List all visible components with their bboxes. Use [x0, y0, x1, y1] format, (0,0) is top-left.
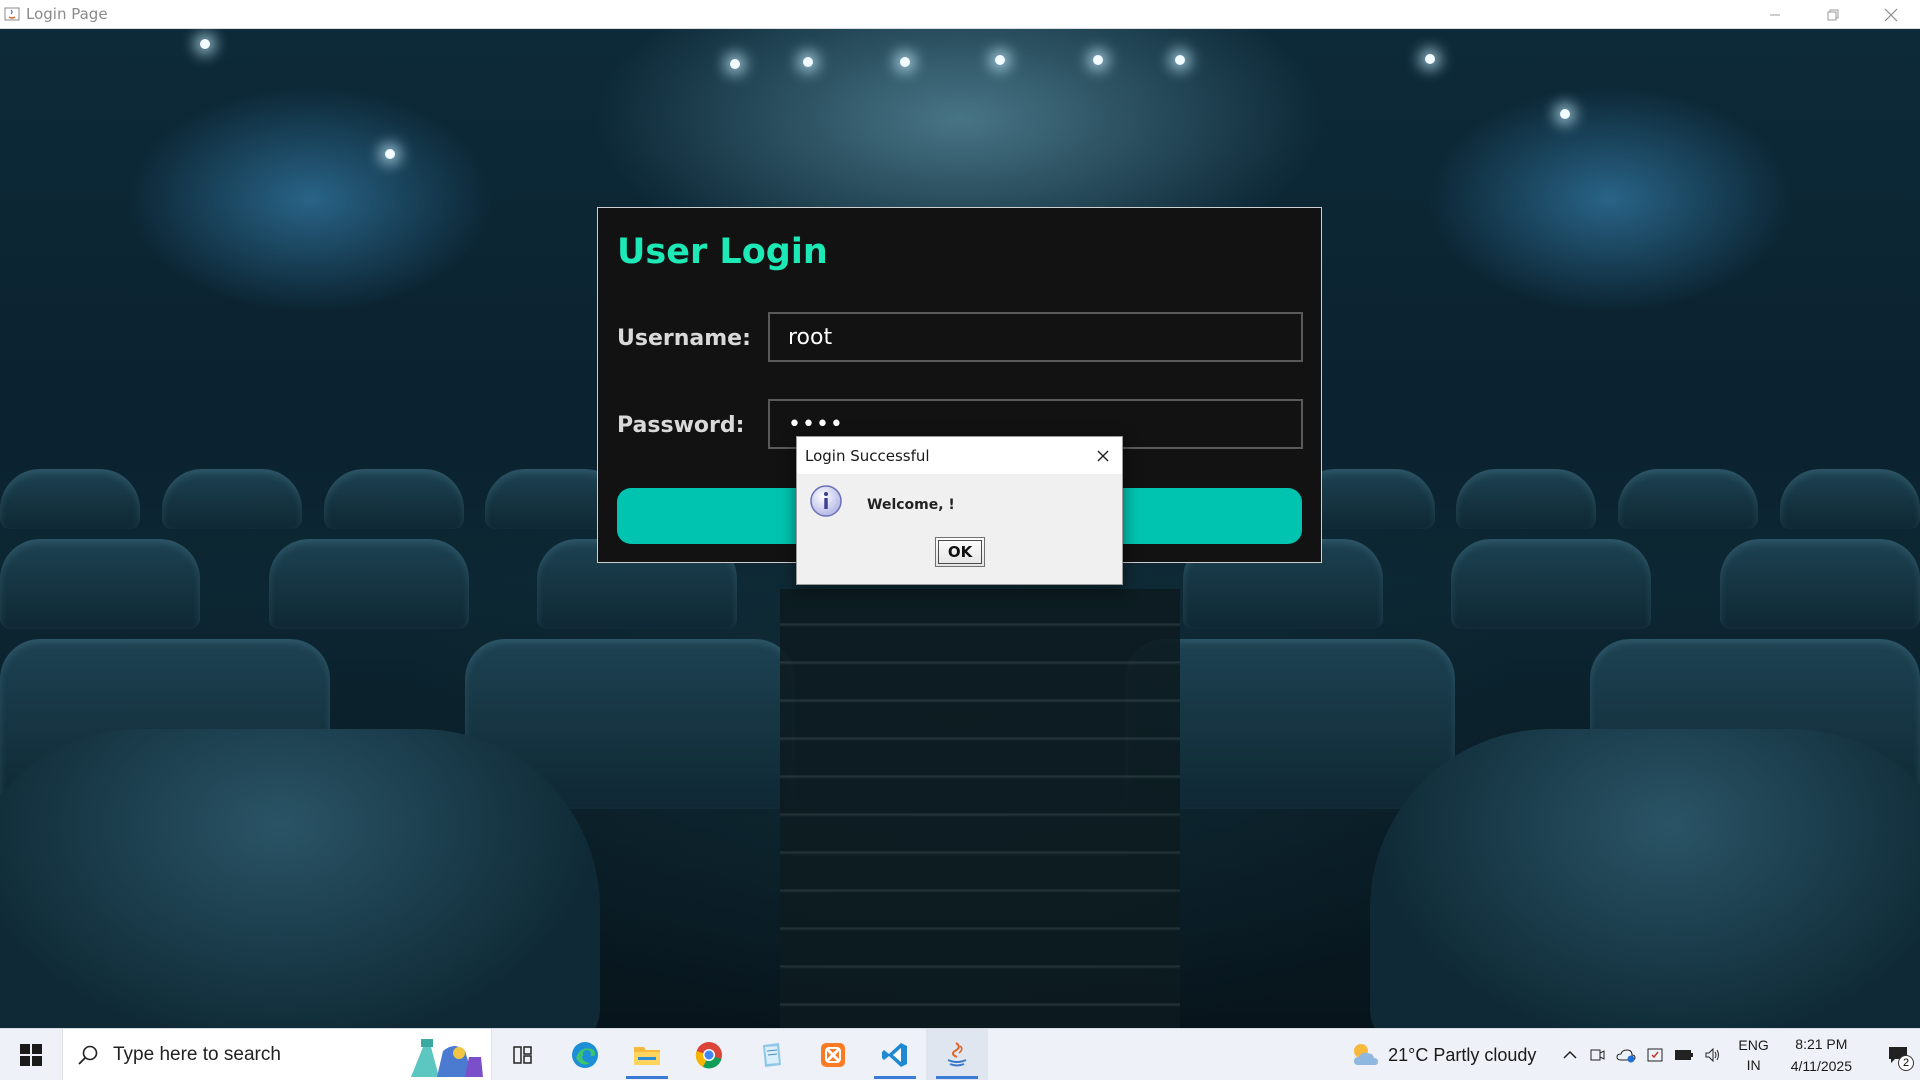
taskbar-vscode[interactable]	[864, 1029, 926, 1080]
xampp-icon	[821, 1042, 845, 1067]
taskbar-file-explorer[interactable]	[616, 1029, 678, 1080]
taskbar-search-box[interactable]: Type here to search	[62, 1028, 492, 1080]
dialog-close-button[interactable]	[1090, 443, 1116, 469]
clock-time: 8:21 PM	[1795, 1036, 1848, 1052]
meet-now-icon[interactable]	[1588, 1046, 1606, 1064]
ceiling-light	[803, 57, 813, 67]
taskbar-edge[interactable]	[554, 1029, 616, 1080]
aisle-stairs	[780, 589, 1180, 1028]
windows-start-icon	[20, 1043, 42, 1066]
username-label: Username:	[617, 326, 751, 351]
battery-icon[interactable]	[1674, 1048, 1694, 1062]
taskbar: Type here to search 21°C Partly cloudy E…	[0, 1028, 1920, 1080]
task-view-button[interactable]	[492, 1029, 554, 1080]
login-success-dialog: Login Successful Welcome, ! OK	[796, 436, 1123, 585]
search-placeholder: Type here to search	[113, 1043, 281, 1065]
language-indicator[interactable]: ENG IN	[1738, 1035, 1768, 1075]
notepad-icon	[763, 1042, 781, 1067]
java-app-icon	[4, 6, 20, 22]
taskbar-xampp[interactable]	[802, 1029, 864, 1080]
minimize-button[interactable]	[1746, 0, 1804, 29]
close-window-button[interactable]	[1862, 0, 1920, 29]
ceiling-light	[1175, 55, 1185, 65]
ceiling-light	[200, 39, 210, 49]
dialog-message: Welcome, !	[867, 497, 955, 513]
front-seat-left	[0, 729, 600, 1028]
file-explorer-icon	[634, 1046, 660, 1065]
window-title: Login Page	[26, 5, 108, 23]
ceiling-light	[900, 57, 910, 67]
notification-center-button[interactable]: 2	[1876, 1029, 1920, 1080]
ceiling-light	[1560, 109, 1570, 119]
clock[interactable]: 8:21 PM 4/11/2025	[1791, 1033, 1852, 1077]
front-seat-right	[1370, 729, 1920, 1028]
taskbar-java-app[interactable]	[926, 1028, 988, 1080]
start-button[interactable]	[0, 1029, 62, 1080]
ceiling-light	[1093, 55, 1103, 65]
notification-badge: 2	[1898, 1055, 1914, 1071]
ceiling-light	[730, 59, 740, 69]
password-label: Password:	[617, 413, 745, 438]
restore-button[interactable]	[1804, 0, 1862, 29]
vscode-icon	[882, 1042, 907, 1067]
search-highlight-illustration	[403, 1033, 483, 1077]
dialog-title: Login Successful	[805, 447, 930, 465]
ceiling-light	[1425, 54, 1435, 64]
taskbar-notepad[interactable]	[740, 1029, 802, 1080]
language-code: ENG	[1738, 1037, 1769, 1053]
chrome-icon	[695, 1041, 722, 1068]
password-value: ••••	[788, 411, 844, 437]
login-title: User Login	[617, 232, 828, 272]
edge-icon	[572, 1041, 598, 1068]
onedrive-icon[interactable]	[1616, 1046, 1636, 1064]
partly-cloudy-icon	[1354, 1044, 1379, 1065]
search-icon	[78, 1045, 98, 1065]
window-titlebar: Login Page	[0, 0, 1920, 29]
restore-icon	[1827, 9, 1839, 20]
ok-button[interactable]: OK	[935, 537, 985, 567]
dialog-titlebar: Login Successful	[797, 437, 1122, 474]
taskbar-chrome[interactable]	[678, 1029, 740, 1080]
ceiling-light	[995, 55, 1005, 65]
username-input[interactable]: root	[768, 312, 1303, 362]
security-icon[interactable]	[1646, 1046, 1664, 1064]
info-icon	[809, 484, 843, 518]
clock-date: 4/11/2025	[1790, 1058, 1852, 1074]
weather-text: 21°C Partly cloudy	[1388, 1044, 1537, 1065]
username-value: root	[788, 324, 833, 350]
system-tray: 21°C Partly cloudy ENG IN 8:21 PM 4/11/2…	[1350, 1029, 1920, 1080]
ceiling-light	[385, 149, 395, 159]
region-code: IN	[1746, 1057, 1761, 1073]
java-icon	[947, 1041, 967, 1066]
close-icon	[1884, 8, 1898, 21]
minimize-icon	[1770, 14, 1780, 15]
weather-widget[interactable]: 21°C Partly cloudy	[1350, 1041, 1536, 1069]
task-view-icon	[513, 1045, 532, 1064]
volume-icon[interactable]	[1704, 1046, 1722, 1064]
close-icon	[1097, 450, 1109, 462]
tray-icons	[1562, 1046, 1722, 1064]
show-hidden-icons-chevron-up-icon[interactable]	[1562, 1047, 1578, 1063]
